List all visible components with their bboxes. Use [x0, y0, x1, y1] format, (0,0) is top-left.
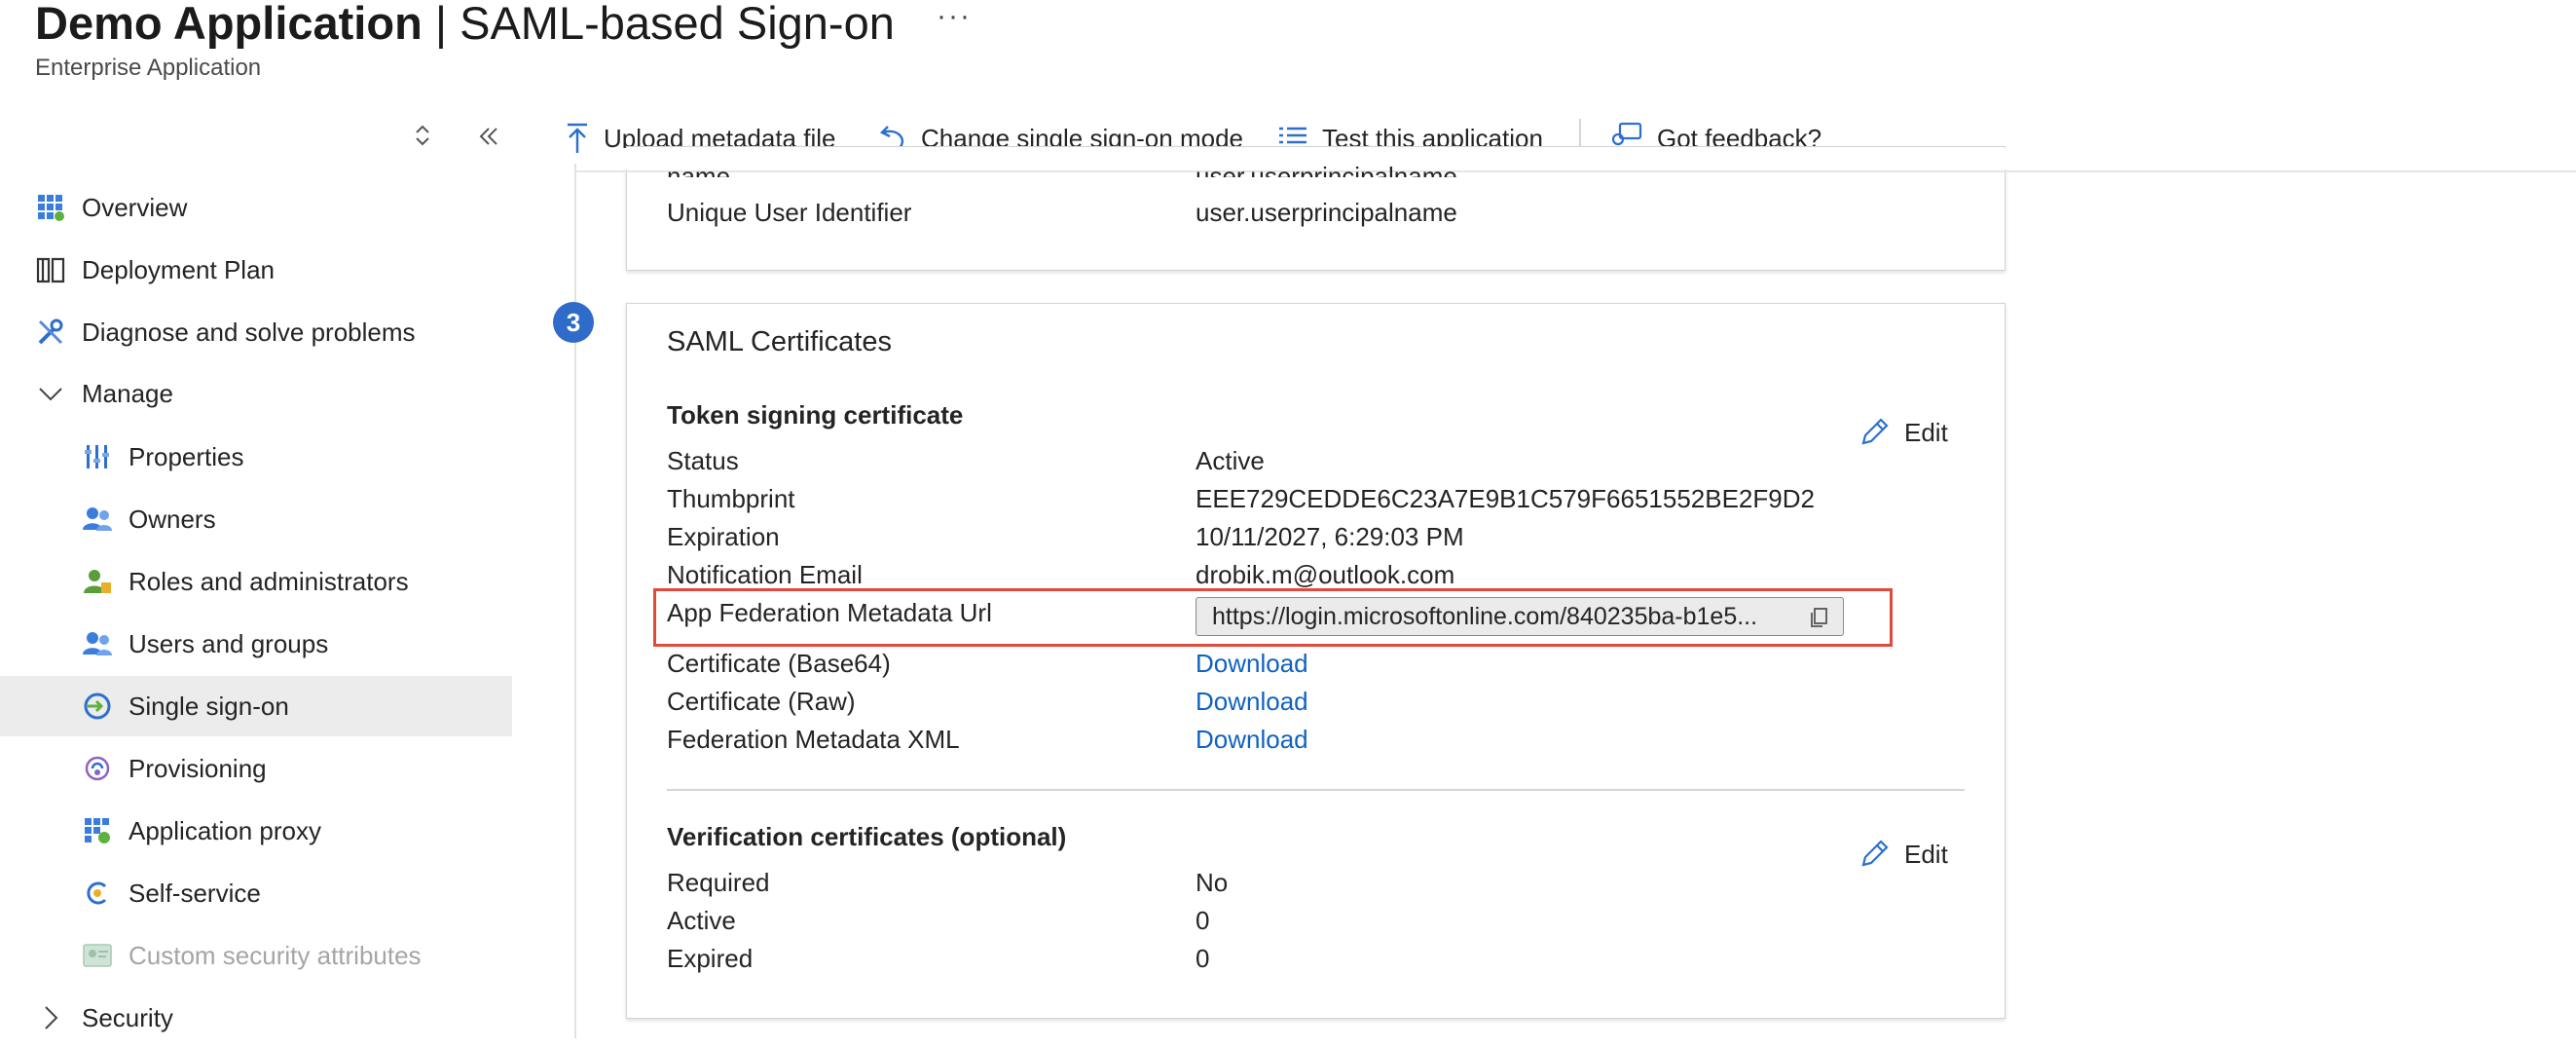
chevron-right-icon — [35, 1002, 66, 1033]
expired-label: Expired — [667, 944, 754, 973]
expiration-value: 10/11/2027, 6:29:03 PM — [1196, 522, 1464, 551]
attribute-value: user.userprincipalname — [1196, 198, 1457, 227]
verification-certificates-title: Verification certificates (optional) — [667, 822, 1067, 851]
sidebar-item-label: Diagnose and solve problems — [82, 317, 416, 347]
toolbar-mask — [584, 148, 2576, 169]
chevron-down-icon — [35, 378, 66, 409]
active-label: Active — [667, 906, 736, 935]
notification-email-label: Notification Email — [667, 560, 863, 589]
status-label: Status — [667, 446, 739, 475]
sidebar-item-label: Roles and administrators — [129, 566, 409, 596]
more-options-button[interactable]: ··· — [937, 0, 972, 33]
sidebar-item-deployment-plan[interactable]: Deployment Plan — [0, 240, 512, 300]
download-base64-link[interactable]: Download — [1196, 649, 1308, 679]
toolbar-bottom-border-overlay — [574, 170, 2576, 172]
properties-icon — [82, 441, 113, 472]
certificate-base64-label: Certificate (Base64) — [667, 649, 891, 678]
sidebar-group-security[interactable]: Security — [0, 988, 512, 1048]
certificate-raw-label: Certificate (Raw) — [667, 687, 856, 716]
sidebar-item-roles[interactable]: Roles and administrators — [0, 551, 512, 612]
edit-label: Edit — [1904, 839, 1948, 869]
section-divider — [667, 789, 1965, 791]
edit-token-signing-button[interactable]: Edit — [1858, 416, 1948, 449]
sidebar-item-properties[interactable]: Properties — [0, 427, 512, 487]
pencil-icon — [1861, 840, 1889, 867]
annotation-highlight-box — [653, 588, 1893, 647]
self-service-icon — [82, 878, 113, 909]
pencil-icon — [1861, 418, 1889, 445]
federation-metadata-xml-label: Federation Metadata XML — [667, 725, 960, 754]
sidebar-item-label: Users and groups — [129, 628, 329, 658]
sort-toggle-icon[interactable] — [413, 123, 432, 155]
sidebar-divider — [574, 164, 576, 1038]
sidebar-item-label: Properties — [129, 441, 244, 471]
owners-icon — [82, 504, 113, 535]
sidebar-item-custom-security-attributes: Custom security attributes — [0, 925, 512, 986]
sidebar-item-diagnose[interactable]: Diagnose and solve problems — [0, 302, 512, 362]
sidebar-item-overview[interactable]: Overview — [0, 177, 512, 238]
edit-label: Edit — [1904, 417, 1948, 447]
saml-certificates-title: SAML Certificates — [667, 326, 892, 357]
users-groups-icon — [82, 628, 113, 659]
page-title: Demo Application | SAML-based Sign-on — [35, 0, 895, 49]
sidebar-item-label: Application proxy — [129, 815, 321, 845]
sidebar-item-label: Manage — [82, 378, 173, 408]
sidebar-item-provisioning[interactable]: Provisioning — [0, 738, 512, 799]
app-proxy-icon — [82, 815, 113, 846]
roles-icon — [82, 566, 113, 597]
attribute-label: Unique User Identifier — [667, 198, 912, 227]
expired-value: 0 — [1196, 944, 1210, 973]
step-number-badge: 3 — [553, 302, 594, 343]
expiration-label: Expiration — [667, 522, 780, 551]
page-subtitle: Enterprise Application — [35, 55, 262, 81]
sidebar-item-self-service[interactable]: Self-service — [0, 863, 512, 923]
sidebar-item-label: Security — [82, 1002, 173, 1032]
sidebar-item-single-sign-on[interactable]: Single sign-on — [0, 676, 512, 736]
sidebar-item-application-proxy[interactable]: Application proxy — [0, 801, 512, 861]
status-value: Active — [1196, 446, 1265, 475]
book-icon — [35, 254, 66, 285]
active-value: 0 — [1196, 906, 1210, 935]
security-attributes-icon — [82, 940, 113, 971]
sidebar-group-manage[interactable]: Manage — [0, 363, 512, 424]
sidebar-item-label: Custom security attributes — [129, 940, 422, 970]
wrench-icon — [35, 317, 66, 348]
token-signing-title: Token signing certificate — [667, 400, 964, 430]
sso-icon — [82, 691, 113, 722]
overview-grid-icon — [35, 192, 66, 223]
thumbprint-label: Thumbprint — [667, 484, 795, 513]
sidebar-item-label: Single sign-on — [129, 691, 289, 721]
sidebar-item-label: Self-service — [129, 878, 261, 908]
notification-email-value: drobik.m@outlook.com — [1196, 560, 1455, 589]
collapse-sidebar-icon[interactable] — [477, 125, 500, 155]
provisioning-icon — [82, 753, 113, 784]
sidebar-item-label: Provisioning — [129, 753, 267, 783]
sidebar-item-label: Overview — [82, 192, 188, 222]
attribute-label: name — [667, 162, 731, 177]
sidebar-item-label: Deployment Plan — [82, 254, 275, 284]
download-raw-link[interactable]: Download — [1196, 687, 1308, 717]
attribute-value: user.userprincipalname — [1196, 162, 1457, 177]
sidebar-item-users-groups[interactable]: Users and groups — [0, 614, 512, 674]
sidebar-item-owners[interactable]: Owners — [0, 489, 512, 549]
required-value: No — [1196, 868, 1229, 897]
edit-verification-button[interactable]: Edit — [1858, 838, 1948, 871]
download-metadata-xml-link[interactable]: Download — [1196, 725, 1308, 755]
thumbprint-value: EEE729CEDDE6C23A7E9B1C579F6651552BE2F9D2 — [1196, 484, 1815, 513]
sidebar-item-label: Owners — [129, 504, 216, 534]
required-label: Required — [667, 868, 770, 897]
